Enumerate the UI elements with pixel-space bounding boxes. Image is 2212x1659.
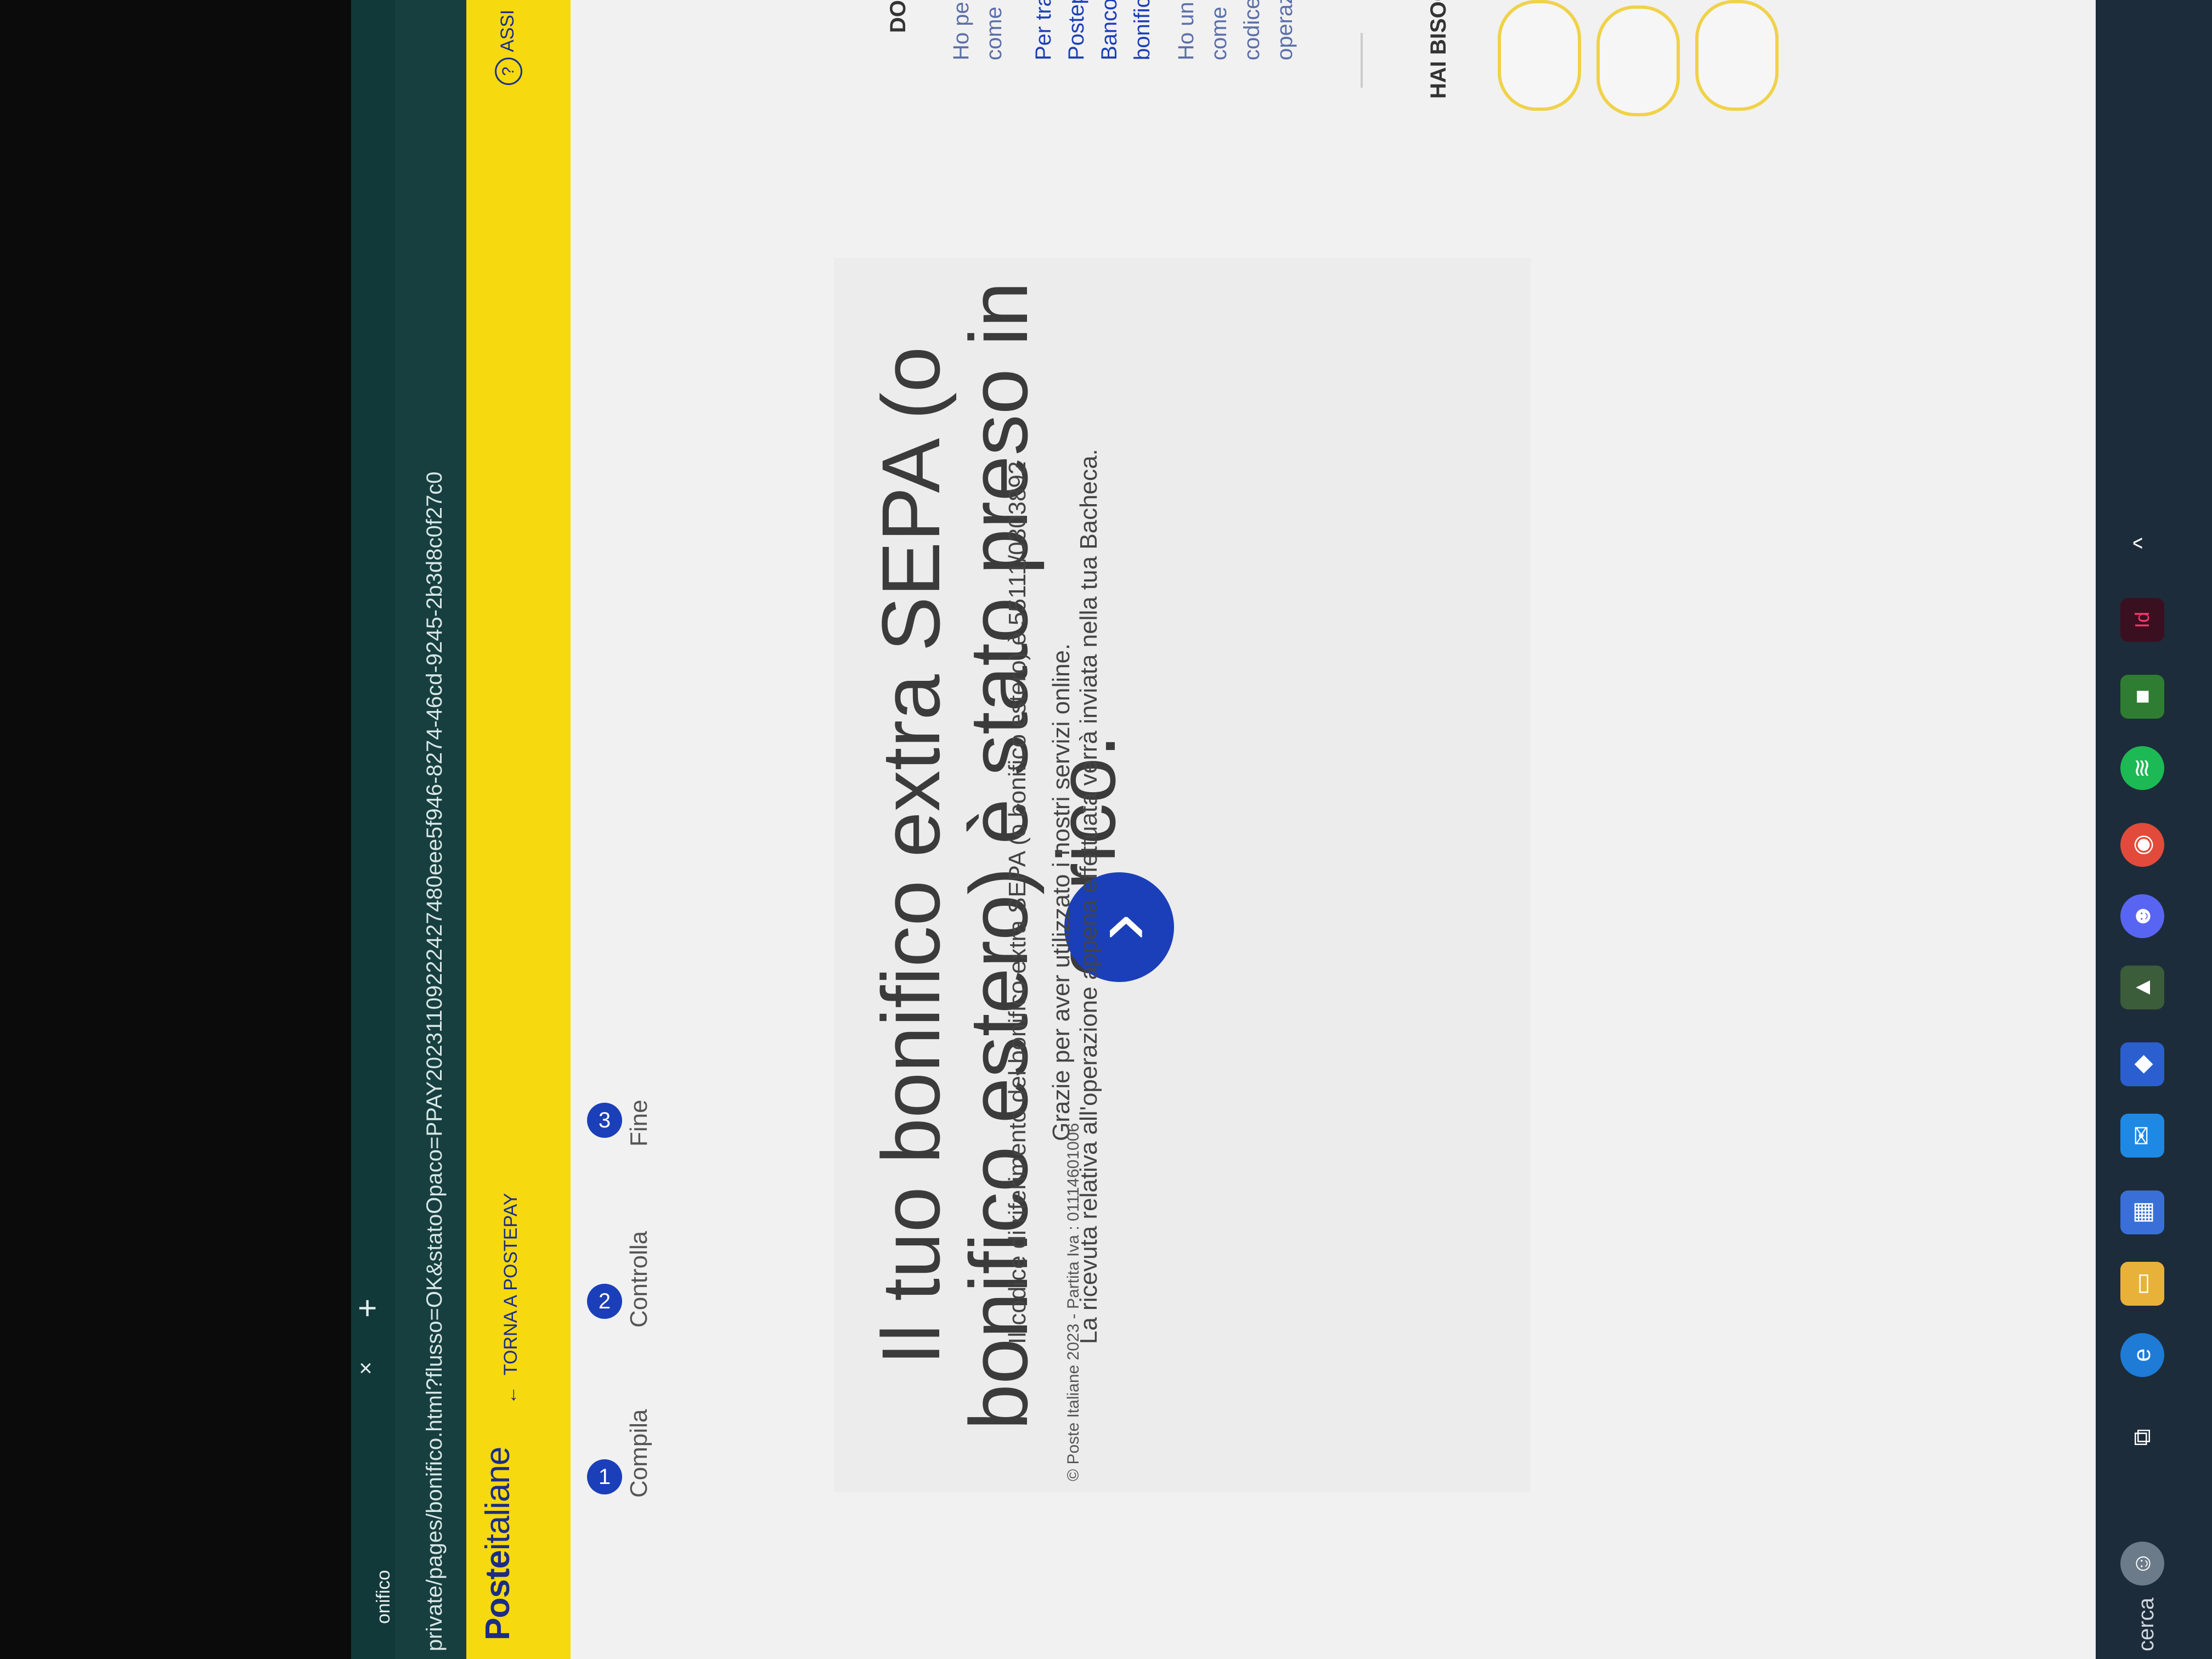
file-explorer-icon[interactable]: ▭	[2120, 1262, 2164, 1306]
faq-question[interactable]: codice s	[1240, 0, 1265, 60]
spotify-icon[interactable]: ≋	[2120, 746, 2164, 790]
step-number: 2	[587, 1284, 622, 1319]
reference-code-text: Il codice di riferimento del bonifico ex…	[1004, 461, 1031, 1344]
faq-answer: Postep	[1064, 0, 1088, 60]
store-icon[interactable]: ▦	[2120, 1190, 2164, 1234]
taskbar-search[interactable]: cerca	[2134, 1598, 2159, 1651]
need-help-heading: HAI BISOG	[1426, 0, 1451, 99]
url-text[interactable]: private/pages/bonifico.html?flusso=OK&st…	[422, 472, 447, 1651]
discord-icon[interactable]: ☻	[2120, 894, 2164, 938]
faq-question[interactable]: operazio	[1273, 0, 1297, 60]
back-link-label: TORNA A POSTEPAY	[500, 1193, 521, 1376]
windows-taskbar: cerca ☺ ⧉ e ▭ ▦ ✉ ◆ ▲ ☻ ◉ ≋ ■ Id ^	[2096, 0, 2212, 1659]
step-number: 1	[587, 1459, 622, 1494]
step-2: 2	[587, 1284, 622, 1319]
question-circle-icon: ?	[495, 58, 522, 85]
new-tab-icon[interactable]: +	[351, 1299, 386, 1318]
thanks-text: Grazie per aver utilizzato i nostri serv…	[1048, 643, 1075, 1141]
help-link[interactable]: ? ASSI	[495, 10, 522, 85]
site-header: Posteitaliane ← TORNA A POSTEPAY ? ASSI	[466, 0, 571, 1659]
mail-icon[interactable]: ✉	[2120, 1114, 2164, 1158]
azure-icon[interactable]: ◆	[2120, 1042, 2164, 1086]
step-1: 1	[587, 1459, 622, 1494]
browser-tab-title[interactable]: onifico	[373, 1570, 394, 1624]
faq-question[interactable]: come p	[1207, 0, 1232, 60]
success-card: Il tuo bonifico extra SEPA (o bonifico e…	[834, 258, 1531, 1492]
widgets-icon[interactable]: ☺	[2120, 1542, 2164, 1585]
logo-text: italiane	[479, 1447, 517, 1551]
indesign-icon[interactable]: Id	[2120, 598, 2164, 642]
faq-question[interactable]: Ho pe	[949, 2, 974, 60]
step-number: 3	[587, 1103, 622, 1138]
step-3: 3	[587, 1103, 622, 1138]
footer-copyright: © Poste Italiane 2023 - Partita Iva : 01…	[1064, 1122, 1082, 1481]
faq-answer: Per tra	[1031, 0, 1056, 60]
contact-option-button[interactable]	[1498, 0, 1581, 111]
chevron-up-icon[interactable]: ^	[2120, 521, 2164, 565]
task-view-icon[interactable]: ⧉	[2120, 1415, 2164, 1459]
address-bar[interactable]: private/pages/bonifico.html?flusso=OK&st…	[395, 0, 466, 1659]
faq-question[interactable]: come	[982, 7, 1007, 60]
faq-answer: Banco	[1097, 0, 1121, 60]
faq-divider	[1361, 33, 1363, 88]
step-label: Compila	[625, 1409, 652, 1498]
contact-option-button[interactable]	[1596, 5, 1680, 116]
edge-icon[interactable]: e	[2120, 1333, 2164, 1377]
minecraft-legends-icon[interactable]: ▲	[2120, 966, 2164, 1009]
contact-option-button[interactable]	[1695, 0, 1779, 111]
chrome-icon[interactable]: ◉	[2120, 823, 2164, 867]
minecraft-icon[interactable]: ■	[2120, 675, 2164, 719]
close-tab-icon[interactable]: ×	[352, 1362, 379, 1375]
back-to-postepay-link[interactable]: ← TORNA A POSTEPAY	[500, 1193, 522, 1404]
poste-italiane-logo[interactable]: Posteitaliane	[478, 1447, 517, 1640]
help-label: ASSI	[497, 9, 518, 52]
arrow-left-icon: ←	[500, 1386, 521, 1404]
step-label: Controlla	[625, 1231, 652, 1328]
browser-tab-strip: onifico × +	[351, 0, 395, 1659]
monitor-screen: onifico × + private/pages/bonifico.html?…	[351, 0, 2096, 1659]
faq-heading: DOMA	[886, 0, 911, 33]
step-label: Fine	[625, 1099, 652, 1147]
logo-bold-text: Poste	[479, 1550, 517, 1640]
faq-answer: bonific	[1130, 0, 1154, 60]
faq-question[interactable]: Ho un r	[1174, 0, 1199, 60]
